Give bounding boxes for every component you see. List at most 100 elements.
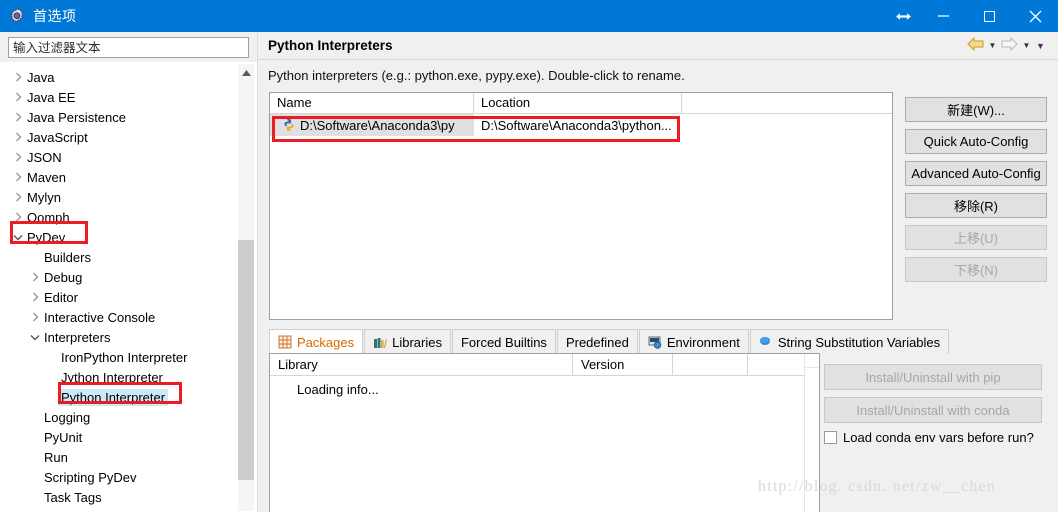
window-controls <box>886 0 1058 32</box>
tab-label: Environment <box>666 334 740 350</box>
sidebar-item-builders[interactable]: Builders <box>4 247 236 267</box>
back-arrow-icon[interactable] <box>967 36 984 54</box>
tab-forced-builtins[interactable]: Forced Builtins <box>451 329 556 354</box>
chevron-right-icon[interactable] <box>10 152 26 162</box>
sidebar-item-remote-systems[interactable]: Remote Systems <box>4 507 236 512</box>
sidebar-item-debug[interactable]: Debug <box>4 267 236 287</box>
sidebar-item-python-interpreter[interactable]: Python Interpreter <box>4 387 236 407</box>
watermark-text: http://blog. csdn. net/zw__chen <box>758 478 997 495</box>
tab-libraries[interactable]: Libraries <box>364 329 451 354</box>
column-header-name[interactable]: Name <box>270 93 474 114</box>
install-conda-button[interactable]: Install/Uninstall with conda <box>824 397 1042 423</box>
minimize-button[interactable] <box>920 0 966 32</box>
chevron-right-icon[interactable] <box>10 192 26 202</box>
scrollbar-thumb[interactable] <box>238 240 254 480</box>
sidebar-item-pydev[interactable]: PyDev <box>4 227 236 247</box>
tab-packages[interactable]: Packages <box>269 329 364 354</box>
package-actions: Install/Uninstall with pip Install/Unins… <box>824 364 1046 445</box>
page-title: Python Interpreters <box>268 38 393 53</box>
table-row[interactable]: D:\Software\Anaconda3\py D:\Software\Ana… <box>270 114 892 136</box>
preferences-tree[interactable]: Java Java EE Java Persistence JavaScript JSO… <box>3 63 255 512</box>
tab-predefined[interactable]: Predefined <box>556 329 638 354</box>
interpreter-button-3[interactable]: 移除(R) <box>905 193 1047 218</box>
tab-label: Forced Builtins <box>460 334 547 350</box>
interpreter-button-5: 下移(N) <box>905 257 1047 282</box>
sidebar-item-label: Python Interpreter <box>58 388 169 406</box>
forward-dropdown-caret-icon[interactable]: ▼ <box>1021 41 1032 50</box>
column-header-version[interactable]: Version <box>573 354 673 376</box>
nav-toolbar: ▼ ▼ ▼ <box>967 36 1058 54</box>
sidebar-item-logging[interactable]: Logging <box>4 407 236 427</box>
chevron-right-icon[interactable] <box>10 72 26 82</box>
sidebar-item-task-tags[interactable]: Task Tags <box>4 487 236 507</box>
title-bar-left: 首选项 <box>0 6 77 26</box>
chevron-right-icon[interactable] <box>27 272 43 282</box>
restore-size-icon[interactable] <box>886 0 920 32</box>
sidebar-item-interactive-console[interactable]: Interactive Console <box>4 307 236 327</box>
maximize-button[interactable] <box>966 0 1012 32</box>
cell-location[interactable]: D:\Software\Anaconda3\python... <box>474 114 682 136</box>
sidebar-item-java-persistence[interactable]: Java Persistence <box>4 107 236 127</box>
sidebar-item-oomph[interactable]: Oomph <box>4 207 236 227</box>
filter-container <box>0 32 257 62</box>
sidebar-item-label: IronPython Interpreter <box>61 349 188 365</box>
column-header-filler <box>682 93 892 114</box>
sidebar-item-editor[interactable]: Editor <box>4 287 236 307</box>
chevron-right-icon[interactable] <box>10 92 26 102</box>
load-conda-env-checkbox-row[interactable]: Load conda env vars before run? <box>824 430 1046 445</box>
sidebar-item-label: Interpreters <box>44 329 111 345</box>
tab-environment[interactable]: Environment <box>638 329 749 354</box>
close-button[interactable] <box>1012 0 1058 32</box>
tab-label: Predefined <box>565 334 629 350</box>
chevron-right-icon[interactable] <box>10 172 26 182</box>
packages-table[interactable]: Library Version Loading info... <box>269 353 820 512</box>
column-header-location[interactable]: Location <box>474 93 682 114</box>
interpreter-button-0[interactable]: 新建(W)... <box>905 97 1047 122</box>
sidebar-item-ironpython-interpreter[interactable]: IronPython Interpreter <box>4 347 236 367</box>
view-menu-caret-icon[interactable]: ▼ <box>1035 41 1046 51</box>
load-conda-env-checkbox[interactable] <box>824 431 837 444</box>
sidebar-item-jython-interpreter[interactable]: Jython Interpreter <box>4 367 236 387</box>
packages-scrollbar-top[interactable] <box>805 354 819 368</box>
column-header-library[interactable]: Library <box>270 354 573 376</box>
libraries-icon <box>373 335 387 349</box>
sidebar-item-label: Debug <box>44 269 83 285</box>
chevron-right-icon[interactable] <box>10 112 26 122</box>
chevron-right-icon[interactable] <box>27 292 43 302</box>
sidebar-item-label: Java Persistence <box>27 109 126 125</box>
back-dropdown-caret-icon[interactable]: ▼ <box>987 41 998 50</box>
interpreter-button-2[interactable]: Advanced Auto-Config <box>905 161 1047 186</box>
sidebar-item-interpreters[interactable]: Interpreters <box>4 327 236 347</box>
tab-label: Libraries <box>392 334 442 350</box>
interpreter-table[interactable]: Name Location D:\Software\Anaconda3\py D… <box>269 92 893 320</box>
chevron-right-icon[interactable] <box>27 312 43 322</box>
sidebar-item-maven[interactable]: Maven <box>4 167 236 187</box>
install-pip-button[interactable]: Install/Uninstall with pip <box>824 364 1042 390</box>
sidebar-item-json[interactable]: JSON <box>4 147 236 167</box>
tree-scrollbar[interactable] <box>237 64 254 511</box>
sidebar-item-javascript[interactable]: JavaScript <box>4 127 236 147</box>
cell-name[interactable]: D:\Software\Anaconda3\py <box>270 114 474 136</box>
content-header: Python Interpreters ▼ ▼ ▼ <box>259 32 1058 60</box>
filter-input[interactable] <box>8 37 249 58</box>
chevron-down-icon[interactable] <box>27 334 43 341</box>
interpreter-button-1[interactable]: Quick Auto-Config <box>905 129 1047 154</box>
sidebar-item-label: Java EE <box>27 89 76 105</box>
interpreter-table-header: Name Location <box>270 93 892 114</box>
sidebar-item-java[interactable]: Java <box>4 67 236 87</box>
sidebar-item-run[interactable]: Run <box>4 447 236 467</box>
sidebar-item-label: JSON <box>27 149 62 165</box>
chevron-down-icon[interactable] <box>10 234 26 241</box>
column-header-extra-1[interactable] <box>673 354 748 376</box>
sidebar-item-label: Mylyn <box>27 189 61 205</box>
scroll-up-icon[interactable] <box>238 64 254 81</box>
sidebar-item-label: Run <box>44 449 68 465</box>
chevron-right-icon[interactable] <box>10 212 26 222</box>
interpreter-name-text: D:\Software\Anaconda3\py <box>300 117 455 133</box>
tab-string-substitution-variables[interactable]: String Substitution Variables <box>749 329 950 354</box>
sidebar-item-pyunit[interactable]: PyUnit <box>4 427 236 447</box>
sidebar-item-scripting-pydev[interactable]: Scripting PyDev <box>4 467 236 487</box>
sidebar-item-mylyn[interactable]: Mylyn <box>4 187 236 207</box>
sidebar-item-java-ee[interactable]: Java EE <box>4 87 236 107</box>
chevron-right-icon[interactable] <box>10 132 26 142</box>
